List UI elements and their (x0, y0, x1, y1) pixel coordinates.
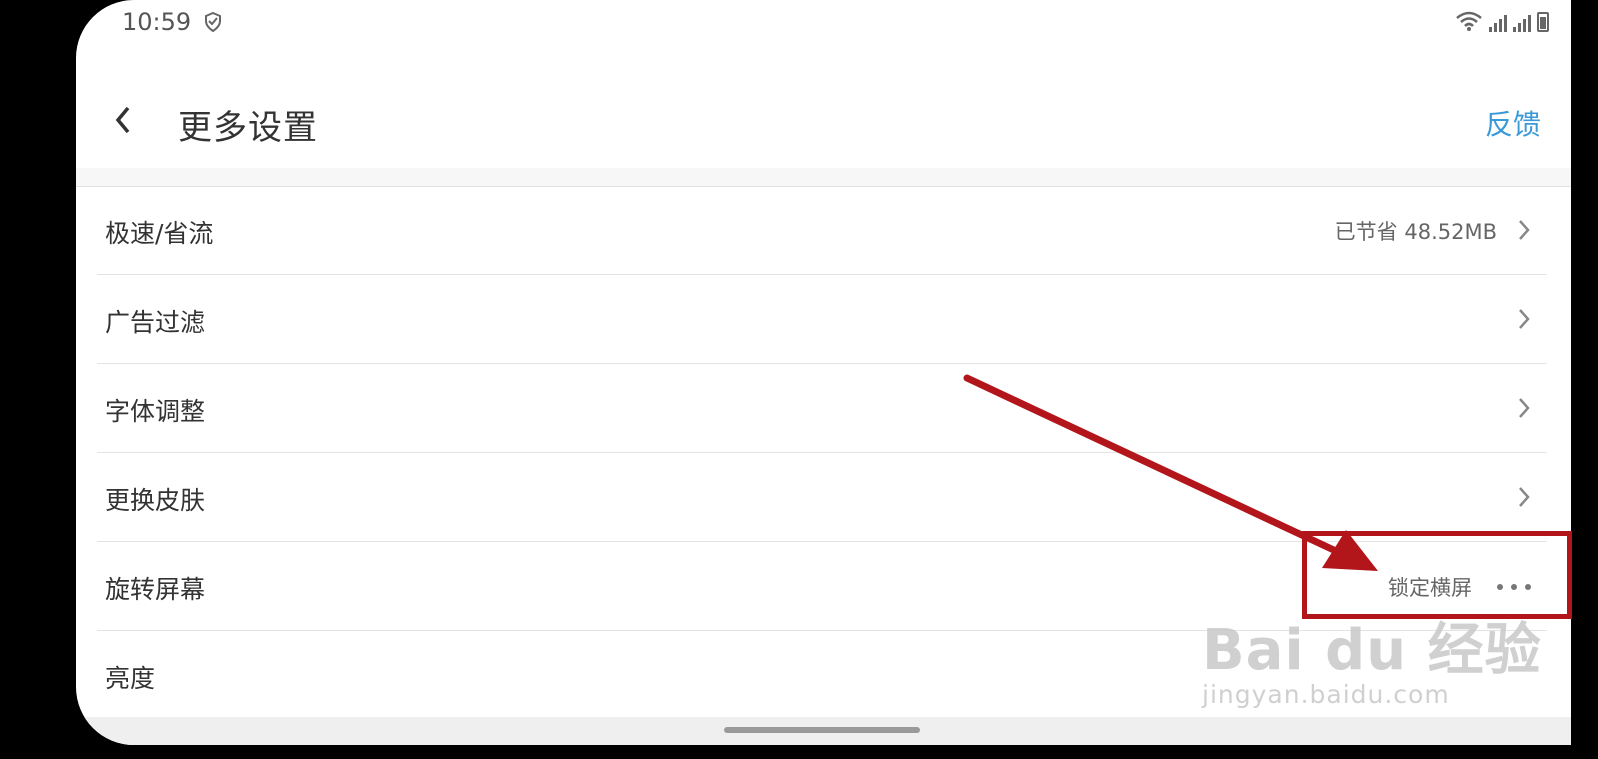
feedback-button[interactable]: 反馈 (1485, 103, 1541, 143)
status-time: 10:59 (122, 8, 192, 36)
chevron-right-icon (1519, 220, 1530, 240)
status-bar: 10:59 (76, 0, 1571, 48)
chevron-right-icon (1519, 398, 1530, 418)
battery-icon (1537, 12, 1549, 32)
setting-row-ad-filter[interactable]: 广告过滤 (97, 275, 1547, 364)
signal-icon (1489, 15, 1507, 32)
setting-label: 字体调整 (105, 397, 206, 426)
chevron-right-icon (1519, 309, 1530, 329)
shield-icon (205, 12, 221, 32)
home-indicator[interactable] (724, 727, 920, 733)
chevron-right-icon (1519, 487, 1530, 507)
watermark: Bai du 经验 jingyan.baidu.com (1202, 605, 1542, 709)
setting-row-font-adjust[interactable]: 字体调整 (97, 364, 1547, 453)
setting-label: 亮度 (105, 664, 156, 693)
setting-label: 极速/省流 (105, 219, 214, 248)
setting-row-change-skin[interactable]: 更换皮肤 (97, 453, 1547, 542)
setting-row-speed-saving[interactable]: 极速/省流 已节省 48.52MB (97, 186, 1547, 275)
page-title: 更多设置 (178, 108, 318, 148)
setting-label: 旋转屏幕 (105, 575, 206, 604)
signal-icon (1513, 15, 1531, 32)
status-icons (1455, 10, 1549, 32)
watermark-brand: Bai du 经验 (1202, 618, 1542, 683)
setting-label: 广告过滤 (105, 308, 206, 337)
app-header: 更多设置 反馈 (76, 48, 1571, 169)
chevron-left-icon[interactable] (108, 100, 138, 140)
wifi-icon (1456, 11, 1482, 31)
setting-value: 已节省 48.52MB (1334, 220, 1497, 244)
section-separator (76, 168, 1571, 187)
setting-label: 更换皮肤 (105, 486, 206, 515)
